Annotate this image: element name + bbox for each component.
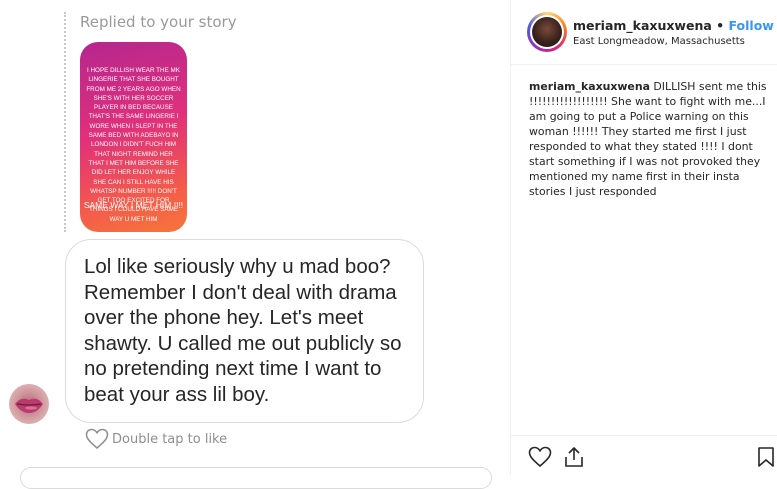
post-username: meriam_kaxuxwena • Follow <box>573 18 774 33</box>
story-thumbnail[interactable]: I hope Dillish wear the Mk lingerie that… <box>80 42 187 232</box>
story-last-line: SAME WAY I MET HIM !!!! <box>83 200 184 210</box>
profile-avatar[interactable] <box>527 12 567 52</box>
separator-dot: • <box>711 18 729 33</box>
lips-image <box>15 398 43 413</box>
post-actions <box>511 435 777 476</box>
bookmark-icon[interactable] <box>757 446 775 468</box>
reply-thread-line <box>64 12 66 232</box>
heart-icon[interactable] <box>528 446 552 468</box>
dm-panel: Replied to your story I hope Dillish wea… <box>0 0 508 489</box>
username-link[interactable]: meriam_kaxuxwena <box>573 18 712 33</box>
double-tap-label: Double tap to like <box>112 431 228 447</box>
message-input[interactable] <box>20 467 492 489</box>
post-location[interactable]: East Longmeadow, Massachusetts <box>573 36 745 47</box>
post-panel: meriam_kaxuxwena • Follow East Longmeado… <box>511 0 777 475</box>
message-text: Lol like seriously why u mad boo? Rememb… <box>84 255 402 406</box>
post-header: meriam_kaxuxwena • Follow East Longmeado… <box>511 0 777 65</box>
message-bubble[interactable]: Lol like seriously why u mad boo? Rememb… <box>65 239 424 423</box>
post-caption: meriam_kaxuxwena DILLISH sent me this !!… <box>529 79 775 199</box>
caption-username[interactable]: meriam_kaxuxwena <box>529 80 650 93</box>
heart-icon[interactable] <box>85 428 109 450</box>
caption-text: DILLISH sent me this !!!!!!!!!!!!!!!!!! … <box>529 80 767 198</box>
double-tap-like[interactable]: Double tap to like <box>85 428 227 450</box>
avatar[interactable] <box>9 384 49 424</box>
replied-label: Replied to your story <box>80 13 237 31</box>
profile-photo <box>532 17 562 47</box>
share-icon[interactable] <box>563 446 585 468</box>
follow-button[interactable]: Follow <box>729 18 774 33</box>
